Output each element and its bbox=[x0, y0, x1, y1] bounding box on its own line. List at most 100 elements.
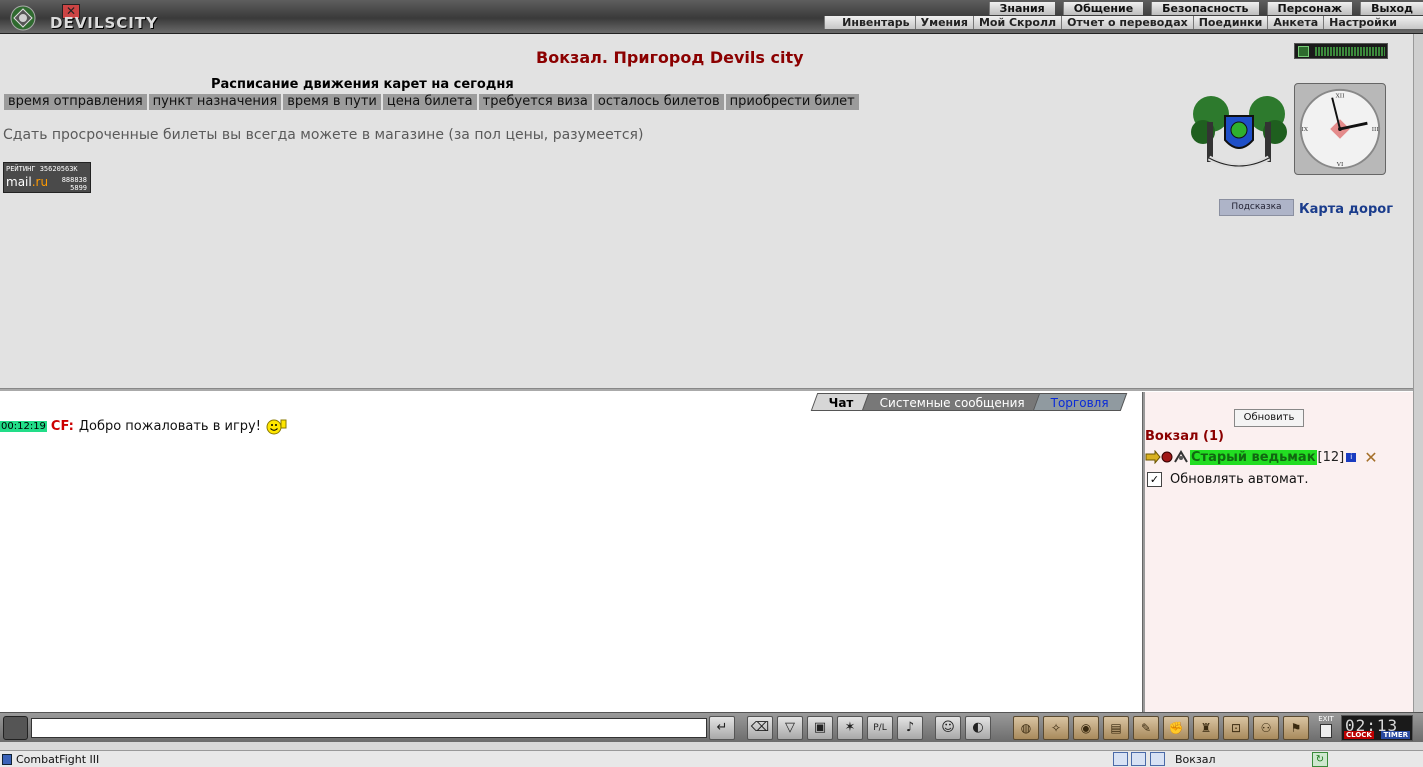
helmet-icon[interactable]: ◐ bbox=[965, 716, 991, 740]
logo-text: DEVILSCITY bbox=[50, 14, 158, 32]
alignment-icon[interactable] bbox=[1173, 450, 1189, 464]
pl-icon[interactable]: P/L bbox=[867, 716, 893, 740]
page-title: Вокзал. Пригород Devils city bbox=[536, 48, 804, 67]
clan-icon[interactable] bbox=[1161, 451, 1173, 463]
column-destination: пункт назначения bbox=[148, 94, 282, 110]
private-message-icon[interactable] bbox=[1145, 450, 1161, 464]
timer-label[interactable]: TIMER bbox=[1381, 731, 1410, 739]
message-time[interactable]: 00:12:19 bbox=[0, 420, 47, 432]
wall-clock-icon: XII III VI IX bbox=[1294, 83, 1386, 175]
refresh-icon[interactable]: ↻ bbox=[1312, 752, 1328, 767]
status-bar: CombatFight III Вокзал ↻ bbox=[0, 750, 1423, 767]
fist-icon[interactable]: ✊ bbox=[1163, 716, 1189, 740]
reload-icon[interactable] bbox=[1113, 752, 1128, 766]
chat-panel: Чат Системные сообщения Торговля 00:12:1… bbox=[0, 392, 1142, 712]
thumbs-up-smiley-icon bbox=[266, 419, 287, 435]
send-icon[interactable]: ↵ bbox=[709, 716, 735, 740]
submenu-item-my-scroll[interactable]: Мой Скролл bbox=[974, 16, 1063, 29]
magic-icon[interactable]: ✧ bbox=[1043, 716, 1069, 740]
tab-trade[interactable]: Торговля bbox=[1032, 393, 1128, 411]
music-icon[interactable]: ♪ bbox=[897, 716, 923, 740]
team-icon[interactable]: ⚇ bbox=[1253, 716, 1279, 740]
svg-text:XII: XII bbox=[1336, 94, 1345, 100]
column-departure-time: время отправления bbox=[4, 94, 147, 110]
column-tickets-left: осталось билетов bbox=[593, 94, 724, 110]
submenu-item-settings[interactable]: Настройки bbox=[1324, 16, 1423, 29]
armor-icon[interactable]: ♜ bbox=[1193, 716, 1219, 740]
submenu-item-skills[interactable]: Умения bbox=[916, 16, 974, 29]
chat-menu-icon[interactable] bbox=[3, 716, 28, 740]
counter-numbers: 888838 5899 bbox=[61, 176, 87, 192]
right-scroll-gutter[interactable] bbox=[1413, 34, 1423, 712]
menu-item-character[interactable]: Персонаж bbox=[1266, 2, 1353, 15]
status-location: Вокзал bbox=[1175, 753, 1216, 766]
submenu-item-inventory[interactable]: Инвентарь bbox=[837, 16, 916, 29]
notice-text: Сдать просроченные билеты вы всегда може… bbox=[3, 127, 644, 143]
location-header: Вокзал (1) bbox=[1145, 429, 1224, 444]
filter-icon[interactable]: ▽ bbox=[777, 716, 803, 740]
chat-input[interactable] bbox=[31, 718, 707, 738]
clock-display[interactable]: 02:13 CLOCK TIMER bbox=[1341, 715, 1413, 741]
door-icon bbox=[1320, 724, 1332, 738]
game-logo[interactable]: ✕ DEVILSCITY bbox=[4, 2, 157, 32]
refresh-button[interactable]: Обновить bbox=[1234, 409, 1304, 427]
tab-system-messages[interactable]: Системные сообщения bbox=[861, 393, 1044, 411]
auto-refresh-row: ✓ Обновлять автомат. bbox=[1147, 472, 1309, 487]
road-map-link[interactable]: Карта дорог bbox=[1299, 202, 1393, 217]
auto-refresh-label: Обновлять автомат. bbox=[1170, 472, 1309, 487]
counter-brand: mail.ru bbox=[6, 175, 49, 189]
city-crest-icon bbox=[1191, 96, 1287, 169]
sack-icon[interactable]: ◉ bbox=[1073, 716, 1099, 740]
player-row: Старый ведьмак [12] i ✕ bbox=[1145, 448, 1378, 467]
smiles-icon[interactable]: ☺ bbox=[935, 716, 961, 740]
chest-icon[interactable]: ▤ bbox=[1103, 716, 1129, 740]
sub-menu: Инвентарь Умения Мой Скролл Отчет о пере… bbox=[824, 16, 1423, 29]
player-name[interactable]: Старый ведьмак bbox=[1190, 449, 1317, 465]
menu-item-knowledge[interactable]: Знания bbox=[988, 2, 1055, 15]
player-info-icon[interactable]: i bbox=[1346, 452, 1357, 462]
svg-text:III: III bbox=[1372, 127, 1379, 133]
online-panel: Обновить Вокзал (1) Старый ведьмак [12] … bbox=[1145, 392, 1413, 712]
attack-icon[interactable]: ✕ bbox=[1364, 448, 1377, 467]
fighter-icon[interactable]: ✶ bbox=[837, 716, 863, 740]
menu-item-security[interactable]: Безопасность bbox=[1151, 2, 1259, 15]
auto-refresh-checkbox[interactable]: ✓ bbox=[1147, 472, 1162, 487]
connection-indicator bbox=[1294, 43, 1388, 59]
hint-button[interactable]: Подсказка bbox=[1219, 199, 1294, 216]
flag-icon[interactable]: ⚑ bbox=[1283, 716, 1309, 740]
eraser-icon[interactable]: ⌫ bbox=[747, 716, 773, 740]
svg-text:VI: VI bbox=[1336, 162, 1344, 168]
message-sender[interactable]: CF: bbox=[51, 419, 74, 434]
message-text: Добро пожаловать в игру! bbox=[78, 418, 261, 434]
submenu-item-transfer-report[interactable]: Отчет о переводах bbox=[1062, 16, 1194, 29]
app-title: CombatFight III bbox=[16, 753, 100, 766]
top-bar: ✕ DEVILSCITY Знания Общение Безопасность… bbox=[0, 0, 1423, 34]
window-icon[interactable] bbox=[1131, 752, 1146, 766]
logo-emblem-icon bbox=[10, 5, 36, 31]
chat-tabs: Чат Системные сообщения Торговля bbox=[811, 393, 1128, 411]
exit-button[interactable]: EXIT bbox=[1316, 715, 1336, 741]
page-icon[interactable] bbox=[1150, 752, 1165, 766]
column-visa-required: требуется виза bbox=[478, 94, 592, 110]
game-window: ✕ DEVILSCITY Знания Общение Безопасность… bbox=[0, 0, 1423, 767]
chat-message: 00:12:19 CF: Добро пожаловать в игру! bbox=[0, 417, 288, 435]
main-menu: Знания Общение Безопасность Персонаж Вых… bbox=[988, 2, 1423, 16]
clock-label[interactable]: CLOCK bbox=[1344, 731, 1374, 739]
column-ticket-price: цена билета bbox=[382, 94, 477, 110]
save-log-icon[interactable]: ▣ bbox=[807, 716, 833, 740]
menu-item-exit[interactable]: Выход bbox=[1360, 2, 1423, 15]
submenu-item-profile[interactable]: Анкета bbox=[1268, 16, 1325, 29]
column-buy-ticket: приобрести билет bbox=[725, 94, 859, 110]
rating-counter-badge[interactable]: РЕЙТИНГ 35620563К mail.ru 888838 5899 bbox=[3, 162, 91, 193]
submenu-item-duels[interactable]: Поединки bbox=[1194, 16, 1269, 29]
lock-icon[interactable]: ⊡ bbox=[1223, 716, 1249, 740]
bag-icon[interactable]: ◍ bbox=[1013, 716, 1039, 740]
menu-item-communication[interactable]: Общение bbox=[1062, 2, 1144, 15]
schedule-title: Расписание движения карет на сегодня bbox=[211, 77, 514, 92]
column-travel-time: время в пути bbox=[283, 94, 381, 110]
svg-text:IX: IX bbox=[1302, 127, 1309, 133]
quill-icon[interactable]: ✎ bbox=[1133, 716, 1159, 740]
connection-bar bbox=[1315, 47, 1385, 56]
schedule-table-header: время отправления пункт назначения время… bbox=[4, 94, 861, 110]
player-level: [12] bbox=[1317, 449, 1345, 465]
